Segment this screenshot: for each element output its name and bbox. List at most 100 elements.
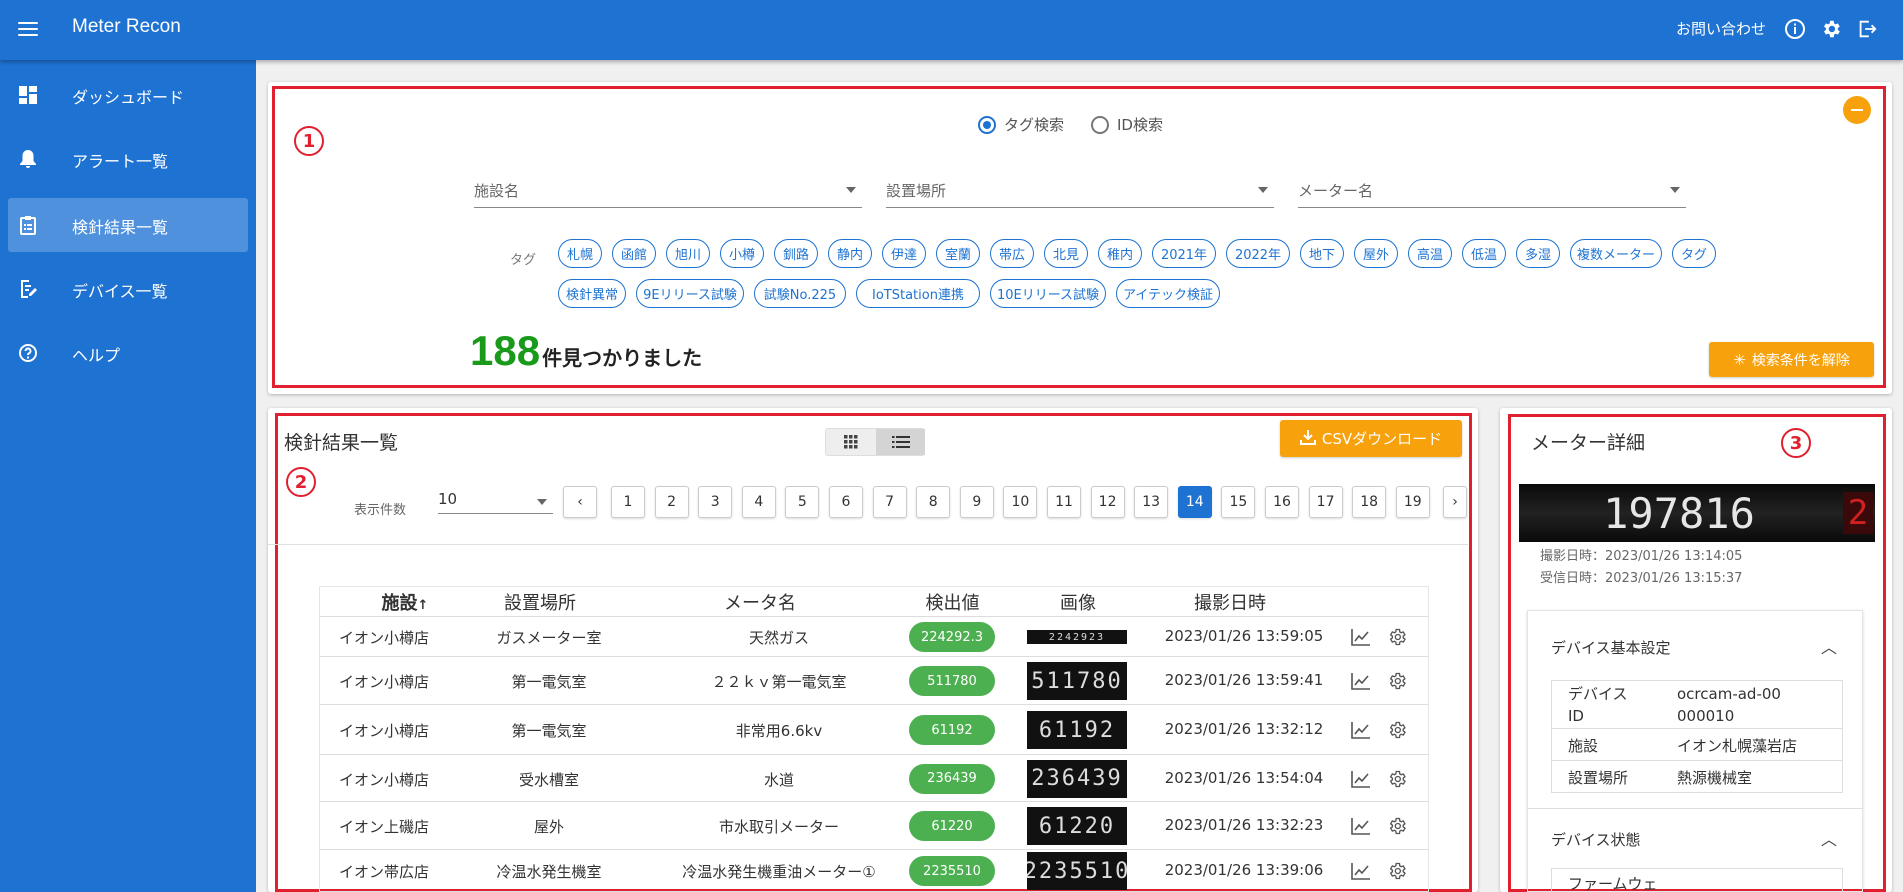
sidebar-item-help[interactable]: ヘルプ (8, 326, 248, 380)
row-settings-gear-icon[interactable] (1386, 670, 1408, 692)
row-settings-gear-icon[interactable] (1386, 815, 1408, 837)
page-button[interactable]: 3 (698, 486, 733, 518)
tag-chip[interactable]: 静内 (828, 239, 872, 268)
tag-chip[interactable]: 札幌 (558, 239, 602, 268)
tag-chip[interactable]: アイテック検証 (1116, 279, 1220, 308)
trend-chart-icon[interactable] (1350, 768, 1372, 790)
tag-chip[interactable]: 北見 (1044, 239, 1088, 268)
row-settings-gear-icon[interactable] (1386, 860, 1408, 882)
tag-chip[interactable]: 小樽 (720, 239, 764, 268)
id-search-radio[interactable]: ID検索 (1091, 114, 1163, 135)
page-button[interactable]: 17 (1308, 486, 1343, 518)
chevron-up-icon[interactable]: ︿ (1821, 634, 1837, 658)
per-page-select[interactable]: 10 (438, 490, 553, 514)
trend-chart-icon[interactable] (1350, 719, 1372, 741)
page-button[interactable]: 6 (829, 486, 863, 518)
table-row[interactable]: イオン上磯店 屋外 市水取引メーター 61220 61220 2023/01/26 13:… (319, 802, 1429, 850)
chevron-up-icon[interactable]: ︿ (1821, 826, 1837, 850)
tag-chip[interactable]: 旭川 (666, 239, 710, 268)
page-button[interactable]: 11 (1047, 486, 1081, 518)
trend-chart-icon[interactable] (1350, 815, 1372, 837)
page-button[interactable]: 2 (654, 486, 689, 518)
facility-select[interactable]: 施設名 (474, 178, 862, 208)
tag-chip[interactable]: 検針異常 (558, 279, 626, 308)
list-view-icon[interactable] (876, 429, 925, 455)
page-button[interactable]: 12 (1090, 486, 1125, 518)
meter-thumbnail[interactable]: 511780 (1027, 662, 1127, 700)
detected-value-badge: 511780 (909, 666, 995, 696)
tag-chip[interactable]: 伊達 (882, 239, 926, 268)
col-header-facility[interactable]: 施設↑ (355, 589, 455, 615)
info-icon[interactable] (1782, 16, 1808, 42)
meter-thumbnail[interactable]: 61192 (1027, 711, 1127, 749)
page-button[interactable]: 5 (785, 486, 820, 518)
tag-chip[interactable]: 2022年 (1226, 239, 1290, 268)
page-button[interactable]: 15 (1221, 486, 1256, 518)
meter-select[interactable]: メーター名 (1298, 178, 1686, 208)
settings-gear-icon[interactable] (1818, 16, 1844, 42)
tag-chip[interactable]: 屋外 (1354, 239, 1398, 268)
table-row[interactable]: イオン小樽店 受水槽室 水道 236439 236439 2023/01/26 13:54… (319, 755, 1429, 802)
page-button[interactable]: 18 (1352, 486, 1387, 518)
basic-settings-header[interactable]: デバイス基本設定 (1551, 637, 1671, 658)
prev-page-button[interactable]: ‹ (563, 486, 597, 518)
menu-icon[interactable] (16, 18, 40, 42)
meter-thumbnail[interactable]: 236439 (1027, 759, 1127, 798)
csv-download-button[interactable]: CSVダウンロード (1280, 420, 1462, 457)
tag-chip[interactable]: 10Eリリース試験 (990, 279, 1106, 308)
tag-chip[interactable]: 高温 (1408, 239, 1452, 268)
clear-conditions-button[interactable]: ✳ 検索条件を解除 (1709, 342, 1874, 377)
row-settings-gear-icon[interactable] (1386, 768, 1408, 790)
meter-thumbnail[interactable]: 2235510 (1027, 852, 1127, 890)
page-button[interactable]: 13 (1134, 486, 1169, 518)
tag-chip[interactable]: タグ (1672, 239, 1716, 268)
page-button[interactable]: 19 (1395, 486, 1430, 518)
table-row[interactable]: イオン小樽店 第一電気室 非常用6.6kv 61192 61192 2023/01/26 … (319, 705, 1429, 755)
device-status-header[interactable]: デバイス状態 (1551, 829, 1641, 850)
table-row[interactable]: イオン小樽店 ガスメーター室 天然ガス 224292.3 2242923 2023/01/… (319, 617, 1429, 657)
tag-chip[interactable]: 稚内 (1098, 239, 1142, 268)
tag-search-radio[interactable]: タグ検索 (978, 114, 1064, 135)
tag-chip[interactable]: 地下 (1300, 239, 1344, 268)
page-button[interactable]: 14 (1177, 486, 1212, 518)
page-button[interactable]: 10 (1003, 486, 1038, 518)
page-button[interactable]: 16 (1265, 486, 1299, 518)
page-button[interactable]: 7 (872, 486, 907, 518)
cell-meter: ２２ｋｖ第一電気室 (711, 673, 847, 691)
trend-chart-icon[interactable] (1350, 670, 1372, 692)
tag-chip[interactable]: 釧路 (774, 239, 818, 268)
sidebar-item-dashboard[interactable]: ダッシュボード (8, 68, 248, 122)
row-settings-gear-icon[interactable] (1386, 719, 1408, 741)
tag-chip[interactable]: 多湿 (1516, 239, 1560, 268)
tag-chip[interactable]: 帯広 (990, 239, 1034, 268)
location-select[interactable]: 設置場所 (886, 178, 1274, 208)
table-row[interactable]: イオン帯広店 冷温水発生機室 冷温水発生機重油メーター① 2235510 2235510… (319, 850, 1429, 892)
collapse-button[interactable] (1843, 96, 1871, 124)
meter-thumbnail[interactable]: 61220 (1027, 807, 1127, 845)
tag-chip[interactable]: 函館 (612, 239, 656, 268)
device-id-value: ocrcam-ad-00000010 (1677, 685, 1781, 725)
row-settings-gear-icon[interactable] (1386, 626, 1408, 648)
logout-icon[interactable] (1854, 16, 1880, 42)
page-button[interactable]: 9 (959, 486, 994, 518)
tag-chip[interactable]: 複数メーター (1570, 239, 1662, 268)
next-page-button[interactable]: › (1443, 486, 1467, 518)
tag-chip[interactable]: 9Eリリース試験 (636, 279, 744, 308)
contact-link[interactable]: お問い合わせ (1676, 18, 1766, 39)
trend-chart-icon[interactable] (1350, 626, 1372, 648)
tag-chip[interactable]: 試験No.225 (754, 279, 846, 308)
sidebar-item-results[interactable]: 検針結果一覧 (8, 198, 248, 252)
meter-thumbnail[interactable]: 2242923 (1027, 630, 1127, 644)
tag-chip[interactable]: 2021年 (1152, 239, 1216, 268)
tag-chip[interactable]: 室蘭 (936, 239, 980, 268)
sidebar-item-devices[interactable]: デバイス一覧 (8, 262, 248, 316)
tag-chip[interactable]: 低温 (1462, 239, 1506, 268)
grid-view-icon[interactable] (826, 429, 876, 455)
table-row[interactable]: イオン小樽店 第一電気室 ２２ｋｖ第一電気室 511780 511780 2023/01/… (319, 657, 1429, 705)
trend-chart-icon[interactable] (1350, 860, 1372, 882)
tag-chip[interactable]: IoTStation連携 (856, 279, 980, 308)
page-button[interactable]: 8 (916, 486, 951, 518)
page-button[interactable]: 1 (611, 486, 645, 518)
page-button[interactable]: 4 (741, 486, 776, 518)
sidebar-item-alerts[interactable]: アラート一覧 (8, 132, 248, 186)
